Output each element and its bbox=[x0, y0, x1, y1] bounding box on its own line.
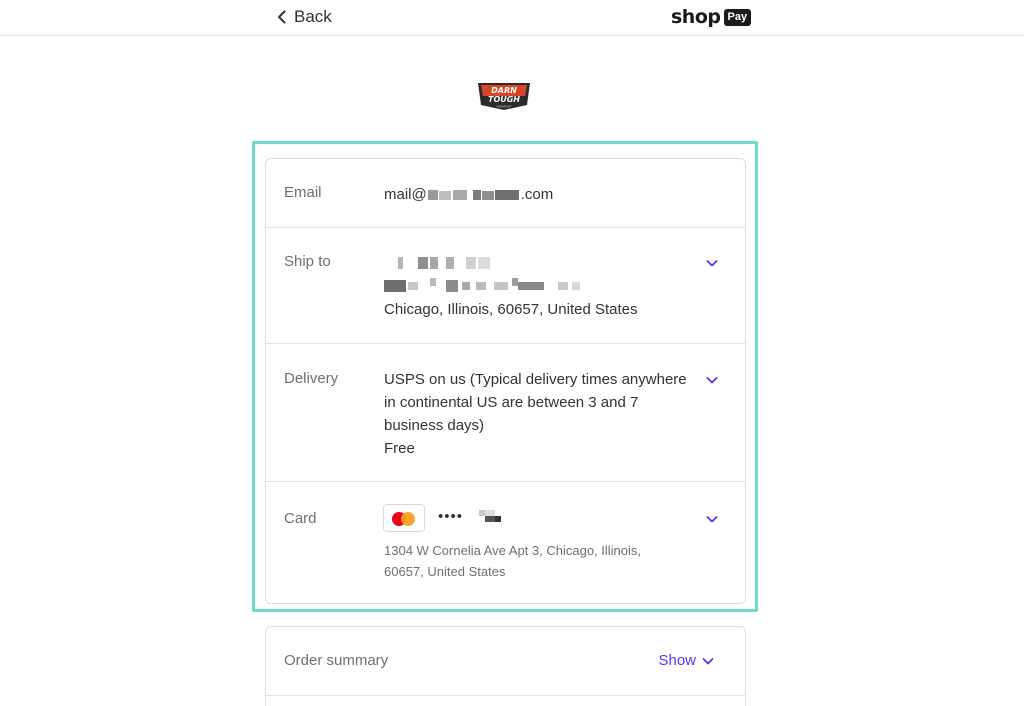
logo-line3: VERMONT bbox=[496, 105, 511, 109]
redacted-card-digits bbox=[479, 510, 503, 522]
redacted-name bbox=[384, 257, 494, 269]
email-suffix: .com bbox=[520, 186, 554, 203]
email-value: mail@ .com bbox=[384, 183, 553, 206]
card-masked-number: •••• bbox=[438, 508, 464, 525]
show-summary-button[interactable]: Show bbox=[658, 652, 715, 669]
ship-to-row[interactable]: Ship to Chicago, Illinois, 60657, United… bbox=[266, 228, 745, 344]
show-summary-label: Show bbox=[658, 652, 696, 669]
chevron-down-icon[interactable] bbox=[705, 256, 719, 270]
shop-pay-wordmark: shop bbox=[671, 6, 721, 28]
delivery-price: Free bbox=[384, 440, 415, 457]
chevron-left-icon bbox=[278, 10, 286, 24]
checkout-details-panel: Email mail@ .com Ship to Chicago, Illino… bbox=[265, 158, 746, 604]
mastercard-icon bbox=[383, 504, 425, 532]
card-label: Card bbox=[284, 510, 317, 527]
order-summary-row[interactable]: Order summary Show bbox=[266, 627, 745, 696]
delivery-method: USPS on us (Typical delivery times anywh… bbox=[384, 371, 687, 434]
order-summary-label: Order summary bbox=[284, 652, 389, 669]
back-label: Back bbox=[294, 7, 332, 26]
redacted-email bbox=[427, 190, 521, 201]
order-summary-panel: Order summary Show bbox=[265, 626, 746, 706]
email-prefix: mail@ bbox=[384, 186, 427, 203]
delivery-label: Delivery bbox=[284, 370, 339, 387]
chevron-down-icon[interactable] bbox=[705, 373, 719, 387]
top-bar: Back shop Pay bbox=[0, 0, 1024, 36]
card-billing-address: 1304 W Cornelia Ave Apt 3, Chicago, Illi… bbox=[384, 543, 642, 579]
merchant-logo: DARN TOUGH VERMONT bbox=[478, 83, 530, 110]
card-row[interactable]: Card •••• 1304 W Cornelia Ave Apt 3, Chi… bbox=[266, 482, 745, 603]
shop-pay-badge: Pay bbox=[723, 8, 752, 26]
delivery-row[interactable]: Delivery USPS on us (Typical delivery ti… bbox=[266, 344, 745, 482]
email-row: Email mail@ .com bbox=[266, 159, 745, 228]
shop-pay-logo: shop Pay bbox=[671, 6, 752, 28]
delivery-value: USPS on us (Typical delivery times anywh… bbox=[384, 368, 694, 460]
logo-line1: DARN bbox=[491, 86, 517, 95]
back-button[interactable]: Back bbox=[274, 6, 332, 28]
chevron-down-icon bbox=[702, 657, 714, 664]
logo-line2: TOUGH bbox=[488, 95, 520, 104]
email-label: Email bbox=[284, 184, 322, 201]
ship-to-city-line: Chicago, Illinois, 60657, United States bbox=[384, 301, 638, 318]
chevron-down-icon[interactable] bbox=[705, 512, 719, 526]
redacted-street bbox=[384, 278, 584, 292]
ship-to-label: Ship to bbox=[284, 253, 331, 270]
